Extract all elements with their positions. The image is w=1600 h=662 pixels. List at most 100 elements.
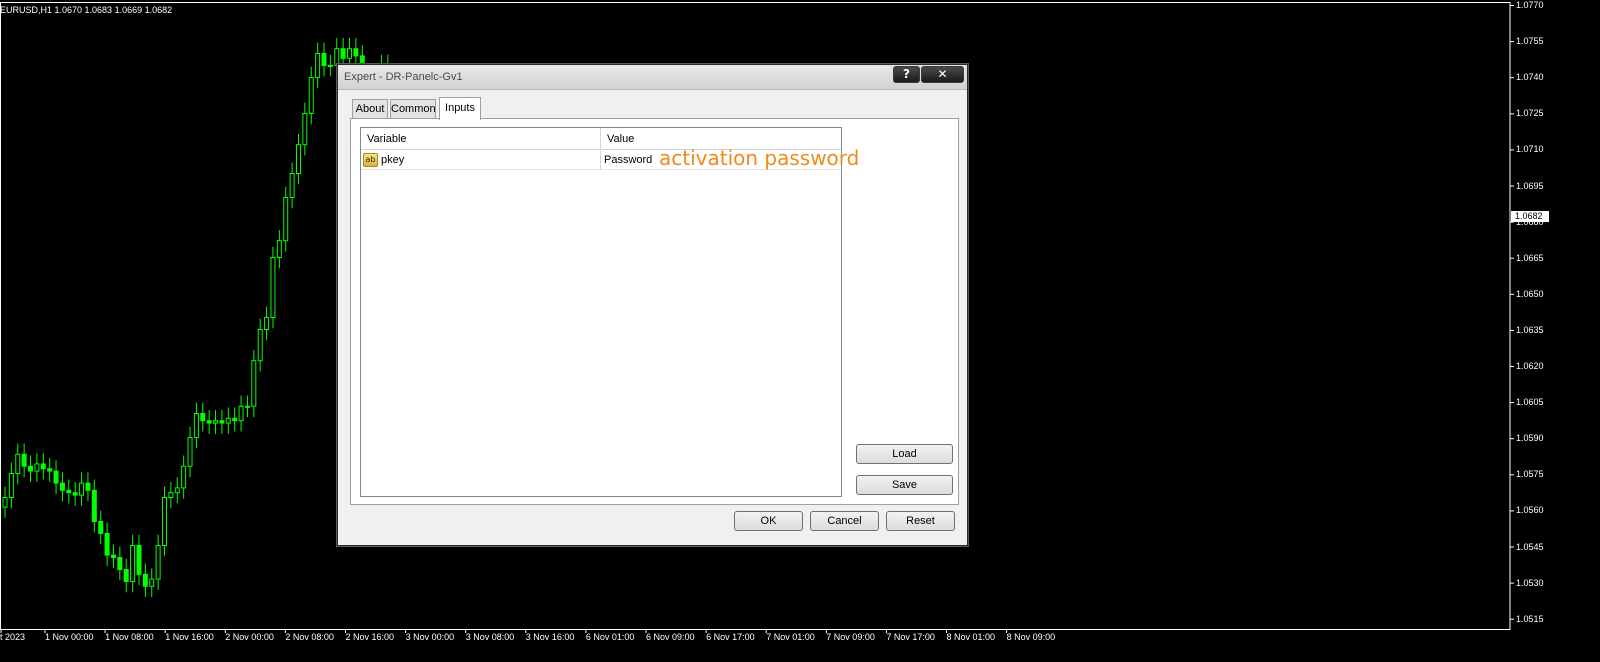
- candle-body: [232, 417, 238, 422]
- dialog-titlebar[interactable]: Expert - DR-Panelc-Gv1 ? ✕: [338, 65, 967, 90]
- price-tick-label: 1.0755: [1516, 36, 1544, 47]
- time-tick-label: 6 Nov 01:00: [585, 632, 635, 642]
- value-cell[interactable]: Password: [604, 154, 652, 166]
- tab-about[interactable]: About: [352, 99, 388, 119]
- candle-body: [53, 470, 59, 484]
- price-tick-label: 1.0545: [1516, 541, 1544, 552]
- candle-body: [327, 65, 333, 67]
- price-tick-label: 1.0710: [1516, 144, 1544, 155]
- candle-body: [2, 497, 8, 508]
- candle-body: [15, 453, 21, 474]
- candle-body: [21, 453, 27, 467]
- price-tick-label: 1.0605: [1516, 397, 1544, 408]
- price-tick-label: 1.0590: [1516, 433, 1544, 444]
- candle-body: [155, 545, 161, 580]
- tab-common[interactable]: Common: [390, 99, 436, 119]
- candle-body: [72, 492, 78, 496]
- candle-body: [200, 413, 206, 422]
- reset-button[interactable]: Reset: [886, 511, 955, 531]
- variable-cell[interactable]: ab pkey: [361, 151, 601, 170]
- price-tick-label: 1.0740: [1516, 72, 1544, 83]
- candle-body: [206, 420, 212, 424]
- time-tick-label: 31 Oct 2023: [0, 632, 26, 642]
- help-button[interactable]: ?: [893, 66, 920, 83]
- time-tick-label: 3 Nov 08:00: [465, 632, 515, 642]
- time-tick-label: 1 Nov 16:00: [165, 632, 214, 642]
- candle-body: [28, 465, 34, 472]
- price-tick-label: 1.0530: [1516, 577, 1544, 588]
- candle-body: [264, 317, 270, 330]
- candle-body: [162, 497, 167, 546]
- inputs-tab-panel: Variable Value ab pkey Password activati…: [350, 118, 959, 505]
- time-tick-label: 2 Nov 08:00: [285, 632, 334, 642]
- candle-body: [244, 405, 250, 408]
- candle-body: [149, 578, 155, 587]
- table-row[interactable]: ab pkey Password activation password: [361, 146, 859, 170]
- candle-body: [59, 482, 65, 491]
- time-tick-label: 1 Nov 08:00: [105, 632, 154, 642]
- tab-inputs[interactable]: Inputs: [439, 97, 481, 120]
- candle-body: [187, 437, 193, 467]
- candle-body: [283, 197, 289, 242]
- candle-body: [98, 521, 104, 534]
- candle-body: [219, 420, 225, 424]
- candle-body: [117, 557, 123, 570]
- inputs-table: Variable Value ab pkey Password activati…: [360, 127, 859, 497]
- candle-body: [340, 48, 346, 59]
- time-tick-label: 8 Nov 01:00: [946, 632, 996, 642]
- candle-body: [104, 533, 110, 556]
- candle-body: [168, 492, 174, 499]
- candle-body: [8, 473, 14, 498]
- candle-body: [79, 482, 85, 496]
- candle-body: [91, 489, 97, 522]
- price-tick-label: 1.0575: [1516, 469, 1544, 480]
- candle-body: [321, 53, 327, 66]
- expert-properties-dialog: Expert - DR-Panelc-Gv1 ? ✕ About Common …: [337, 64, 968, 546]
- variable-name: pkey: [381, 154, 405, 166]
- candle-body: [308, 77, 314, 114]
- price-tick-label: 1.0770: [1516, 0, 1544, 10]
- candle-body: [40, 463, 46, 470]
- time-tick-label: 7 Nov 01:00: [766, 632, 815, 642]
- candle: [270, 246, 276, 329]
- candle-body: [47, 468, 53, 472]
- time-tick-label: 3 Nov 00:00: [405, 632, 455, 642]
- time-tick-label: 7 Nov 17:00: [886, 632, 935, 642]
- ok-button[interactable]: OK: [734, 511, 803, 531]
- load-button[interactable]: Load: [856, 444, 953, 464]
- candle-body: [302, 113, 308, 146]
- string-type-icon: ab: [363, 153, 378, 167]
- annotation-text: activation password: [659, 146, 860, 170]
- symbol-info: EURUSD,H1 1.0670 1.0683 1.0669 1.0682: [0, 5, 173, 15]
- time-tick-label: 6 Nov 09:00: [646, 632, 695, 642]
- candle-body: [213, 420, 219, 424]
- close-button[interactable]: ✕: [921, 66, 964, 83]
- candle-body: [85, 482, 91, 491]
- cancel-button[interactable]: Cancel: [810, 511, 879, 531]
- price-tick-label: 1.0650: [1516, 288, 1544, 299]
- candle-body: [276, 240, 282, 258]
- time-tick-label: 6 Nov 17:00: [706, 632, 755, 642]
- candle-body: [110, 554, 116, 558]
- candle-body: [225, 417, 231, 424]
- candle-body: [130, 545, 136, 582]
- save-button[interactable]: Save: [856, 475, 953, 495]
- candle-body: [315, 53, 321, 78]
- column-header-variable[interactable]: Variable: [361, 128, 601, 150]
- candle-body: [193, 413, 199, 438]
- candle-body: [142, 573, 148, 587]
- candle-body: [257, 329, 263, 362]
- time-tick-label: 7 Nov 09:00: [826, 632, 875, 642]
- candle-body: [238, 405, 244, 422]
- candle-body: [136, 545, 142, 575]
- candle: [162, 486, 167, 557]
- candle-body: [66, 489, 72, 494]
- price-tick-label: 1.0695: [1516, 180, 1544, 191]
- candle-body: [289, 173, 295, 198]
- dialog-title: Expert - DR-Panelc-Gv1: [344, 71, 463, 83]
- time-tick-label: 3 Nov 16:00: [525, 632, 575, 642]
- price-tick-label: 1.0665: [1516, 252, 1544, 263]
- candle-body: [270, 257, 276, 318]
- candle-body: [174, 487, 180, 494]
- price-tick-label: 1.0560: [1516, 505, 1544, 516]
